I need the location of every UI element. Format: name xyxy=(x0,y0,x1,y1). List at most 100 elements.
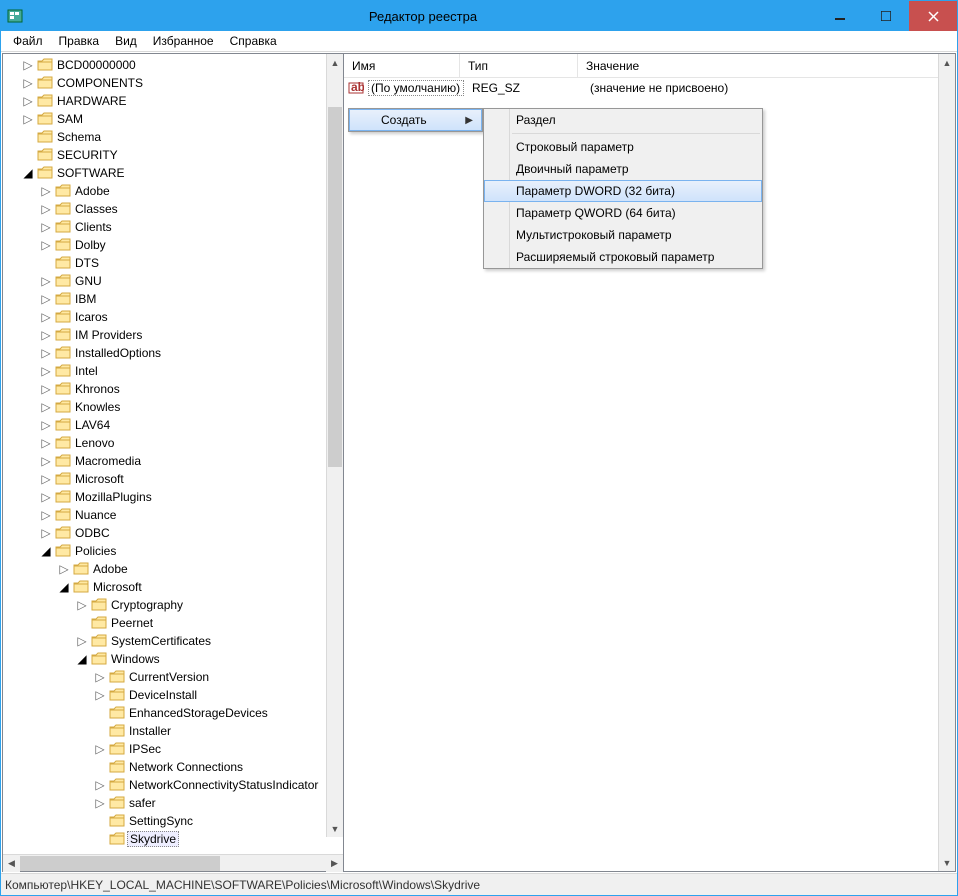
ctx-new-string[interactable]: Строковый параметр xyxy=(484,136,762,158)
expand-icon[interactable]: ▷ xyxy=(39,293,53,305)
tree-item[interactable]: ▷MozillaPlugins xyxy=(3,488,343,506)
header-name[interactable]: Имя xyxy=(344,54,460,77)
expand-icon[interactable]: ▷ xyxy=(39,437,53,449)
header-value[interactable]: Значение xyxy=(578,54,955,77)
tree-item[interactable]: ▷BCD00000000 xyxy=(3,56,343,74)
tree-item[interactable]: ▷Khronos xyxy=(3,380,343,398)
tree-item[interactable]: ▷Cryptography xyxy=(3,596,343,614)
tree-vscroll-thumb[interactable] xyxy=(328,107,342,467)
expand-icon[interactable]: ▷ xyxy=(57,563,71,575)
menu-file[interactable]: Файл xyxy=(5,32,51,50)
registry-tree[interactable]: ▷BCD00000000▷COMPONENTS▷HARDWARE▷SAMSche… xyxy=(3,54,343,850)
expand-icon[interactable]: ▷ xyxy=(93,743,107,755)
scroll-right-icon[interactable]: ▶ xyxy=(326,855,343,872)
tree-item[interactable]: ▷Icaros xyxy=(3,308,343,326)
expand-icon[interactable]: ▷ xyxy=(75,599,89,611)
tree-item[interactable]: Installer xyxy=(3,722,343,740)
expand-icon[interactable]: ▷ xyxy=(39,329,53,341)
tree-item[interactable]: DTS xyxy=(3,254,343,272)
expand-icon[interactable]: ▷ xyxy=(39,239,53,251)
expand-icon[interactable]: ▷ xyxy=(75,635,89,647)
tree-item[interactable]: ▷SAM xyxy=(3,110,343,128)
scroll-left-icon[interactable]: ◀ xyxy=(3,855,20,872)
tree-item[interactable]: ▷Intel xyxy=(3,362,343,380)
maximize-button[interactable] xyxy=(863,1,909,31)
ctx-new-dword[interactable]: Параметр DWORD (32 бита) xyxy=(484,180,762,202)
tree-item[interactable]: ▷InstalledOptions xyxy=(3,344,343,362)
ctx-new[interactable]: Создать ▶ xyxy=(349,109,482,131)
header-type[interactable]: Тип xyxy=(460,54,578,77)
menu-view[interactable]: Вид xyxy=(107,32,145,50)
menu-edit[interactable]: Правка xyxy=(51,32,108,50)
minimize-button[interactable] xyxy=(817,1,863,31)
tree-item[interactable]: ▷Classes xyxy=(3,200,343,218)
tree-item[interactable]: ◢Windows xyxy=(3,650,343,668)
values-vscrollbar[interactable]: ▲ ▼ xyxy=(938,54,955,871)
tree-hscrollbar[interactable]: ◀ ▶ xyxy=(3,854,343,871)
tree-item[interactable]: ▷NetworkConnectivityStatusIndicator xyxy=(3,776,343,794)
expand-icon[interactable]: ▷ xyxy=(21,77,35,89)
ctx-new-key[interactable]: Раздел xyxy=(484,109,762,131)
tree-hscroll-thumb[interactable] xyxy=(20,856,220,871)
collapse-icon[interactable]: ◢ xyxy=(39,545,53,557)
tree-item[interactable]: ▷Lenovo xyxy=(3,434,343,452)
expand-icon[interactable]: ▷ xyxy=(39,509,53,521)
tree-item[interactable]: Network Connections xyxy=(3,758,343,776)
tree-item[interactable]: ▷Clients xyxy=(3,218,343,236)
expand-icon[interactable]: ▷ xyxy=(93,797,107,809)
tree-item[interactable]: SettingSync xyxy=(3,812,343,830)
tree-item[interactable]: ◢SOFTWARE xyxy=(3,164,343,182)
expand-icon[interactable]: ▷ xyxy=(39,491,53,503)
tree-item[interactable]: ▷IM Providers xyxy=(3,326,343,344)
tree-item[interactable]: ▷safer xyxy=(3,794,343,812)
tree-item[interactable]: Schema xyxy=(3,128,343,146)
tree-item[interactable]: ▷Dolby xyxy=(3,236,343,254)
expand-icon[interactable]: ▷ xyxy=(39,221,53,233)
tree-item[interactable]: Peernet xyxy=(3,614,343,632)
tree-item[interactable]: ▷SystemCertificates xyxy=(3,632,343,650)
expand-icon[interactable]: ▷ xyxy=(39,275,53,287)
tree-item[interactable]: ▷IPSec xyxy=(3,740,343,758)
tree-item[interactable]: EnhancedStorageDevices xyxy=(3,704,343,722)
ctx-new-binary[interactable]: Двоичный параметр xyxy=(484,158,762,180)
tree-item[interactable]: ▷DeviceInstall xyxy=(3,686,343,704)
scroll-up-icon[interactable]: ▲ xyxy=(939,54,955,71)
expand-icon[interactable]: ▷ xyxy=(39,347,53,359)
tree-item[interactable]: ▷ODBC xyxy=(3,524,343,542)
expand-icon[interactable]: ▷ xyxy=(39,527,53,539)
expand-icon[interactable]: ▷ xyxy=(39,473,53,485)
tree-item[interactable]: ◢Policies xyxy=(3,542,343,560)
tree-item[interactable]: ▷CurrentVersion xyxy=(3,668,343,686)
collapse-icon[interactable]: ◢ xyxy=(21,167,35,179)
tree-item[interactable]: ▷Adobe xyxy=(3,560,343,578)
menu-favorites[interactable]: Избранное xyxy=(145,32,222,50)
expand-icon[interactable]: ▷ xyxy=(39,383,53,395)
values-vscroll-track[interactable] xyxy=(939,71,955,854)
menu-help[interactable]: Справка xyxy=(222,32,285,50)
collapse-icon[interactable]: ◢ xyxy=(57,581,71,593)
expand-icon[interactable]: ▷ xyxy=(93,689,107,701)
tree-vscrollbar[interactable]: ▲ ▼ xyxy=(326,54,343,837)
expand-icon[interactable]: ▷ xyxy=(21,59,35,71)
expand-icon[interactable]: ▷ xyxy=(93,671,107,683)
value-row[interactable]: ab (По умолчанию) REG_SZ (значение не пр… xyxy=(344,78,955,98)
tree-item[interactable]: Skydrive xyxy=(3,830,343,848)
tree-vscroll-track[interactable] xyxy=(327,71,343,820)
tree-item[interactable]: ▷COMPONENTS xyxy=(3,74,343,92)
expand-icon[interactable]: ▷ xyxy=(39,419,53,431)
expand-icon[interactable]: ▷ xyxy=(39,365,53,377)
expand-icon[interactable]: ▷ xyxy=(39,401,53,413)
close-button[interactable] xyxy=(909,1,957,31)
tree-item[interactable]: ▷Nuance xyxy=(3,506,343,524)
ctx-new-qword[interactable]: Параметр QWORD (64 бита) xyxy=(484,202,762,224)
tree-item[interactable]: ▷Knowles xyxy=(3,398,343,416)
scroll-down-icon[interactable]: ▼ xyxy=(327,820,343,837)
ctx-new-expandstring[interactable]: Расширяемый строковый параметр xyxy=(484,246,762,268)
tree-item[interactable]: ▷Macromedia xyxy=(3,452,343,470)
expand-icon[interactable]: ▷ xyxy=(21,95,35,107)
scroll-up-icon[interactable]: ▲ xyxy=(327,54,343,71)
expand-icon[interactable]: ▷ xyxy=(21,113,35,125)
tree-item[interactable]: ▷Adobe xyxy=(3,182,343,200)
tree-item[interactable]: SECURITY xyxy=(3,146,343,164)
expand-icon[interactable]: ▷ xyxy=(93,779,107,791)
